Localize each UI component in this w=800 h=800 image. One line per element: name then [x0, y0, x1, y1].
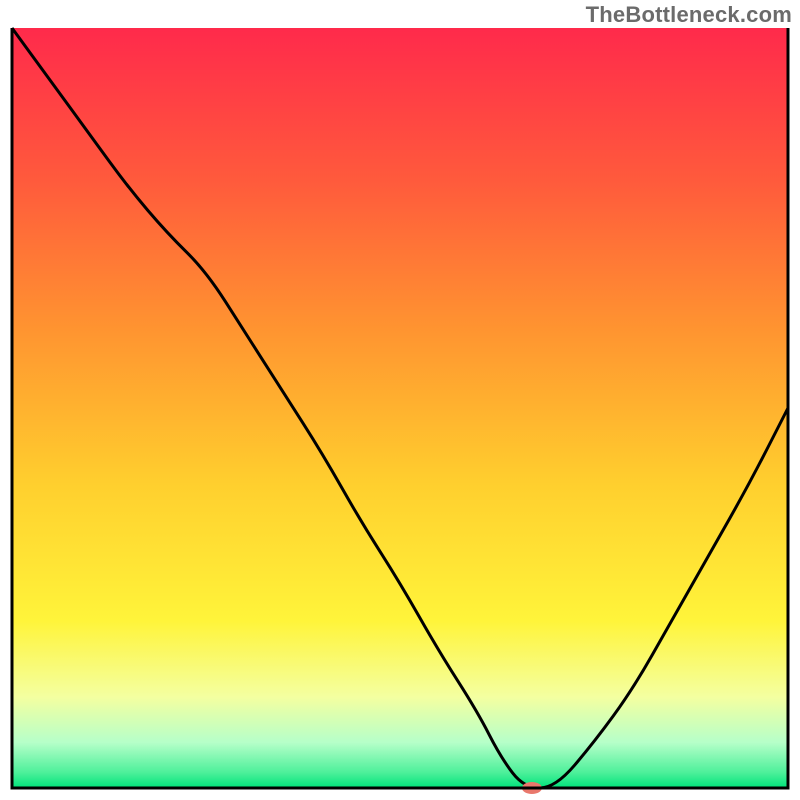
- chart-container: TheBottleneck.com: [0, 0, 800, 800]
- watermark-text: TheBottleneck.com: [586, 2, 792, 28]
- plot-background: [12, 28, 788, 788]
- bottleneck-chart: [0, 0, 800, 800]
